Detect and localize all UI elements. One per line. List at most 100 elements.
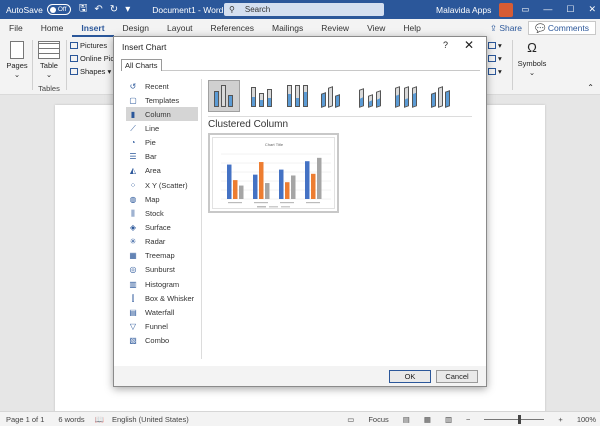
chart-category-column[interactable]: ▮ Column	[126, 107, 198, 122]
chart-category-stock[interactable]: ⫼ Stock	[126, 206, 198, 220]
preview-category-label	[280, 202, 294, 204]
chart-category-bar[interactable]: ☰ Bar	[126, 150, 198, 164]
chart-category-recent[interactable]: ↺ Recent	[126, 79, 198, 93]
subtype-3d-column[interactable]	[424, 80, 456, 112]
chart-category-box-whisker[interactable]: ⫿ Box & Whisker	[126, 291, 198, 305]
subtype-stacked-column[interactable]	[244, 80, 276, 112]
subtype-100-stacked-column[interactable]	[280, 80, 312, 112]
pictures-button[interactable]: Pictures	[70, 41, 107, 50]
preview-bar	[291, 175, 296, 199]
zoom-in-icon[interactable]: +	[558, 415, 562, 424]
subtype-3d-clustered-column[interactable]	[316, 80, 348, 112]
customize-qat-icon[interactable]: ▾	[125, 4, 130, 15]
chart-category-treemap[interactable]: ▦ Treemap	[126, 249, 198, 263]
subtype-clustered-column[interactable]	[208, 80, 240, 112]
chart-category-pie[interactable]: ◔ Pie	[126, 136, 198, 150]
dropdown-icon: ▾	[498, 54, 502, 63]
preview-bar	[285, 182, 290, 199]
autosave-toggle[interactable]: Off	[46, 4, 71, 15]
search-box[interactable]: ⚲ Search	[224, 3, 384, 16]
share-button[interactable]: ⇪ Share	[484, 21, 528, 35]
chart-category-line[interactable]: ⟋ Line	[126, 121, 198, 135]
pictures-label: Pictures	[80, 41, 108, 50]
chart-category-combo[interactable]: ▧ Combo	[126, 334, 198, 348]
subtype-3d-stacked-column[interactable]	[352, 80, 384, 112]
category-divider	[201, 79, 202, 359]
tab-review[interactable]: Review	[312, 19, 358, 37]
window-close-icon[interactable]: ✕	[588, 4, 596, 15]
pages-group[interactable]: Pages ⌄	[4, 37, 30, 95]
ribbon-small-button-2[interactable]: ▾	[488, 54, 502, 63]
subtype-3d-100-stacked-column[interactable]	[388, 80, 420, 112]
page-count[interactable]: Page 1 of 1	[6, 415, 44, 424]
chart-preview-inner: Chart Title	[212, 137, 335, 209]
tab-insert[interactable]: Insert	[72, 19, 114, 37]
chart-category-funnel[interactable]: ▽ Funnel	[126, 319, 198, 333]
chart-category-label: Bar	[145, 152, 157, 162]
symbols-group[interactable]: Ω Symbols ⌄	[514, 37, 550, 95]
read-mode-icon[interactable]: ▤	[403, 415, 410, 424]
surface-chart-icon: ◈	[129, 222, 137, 232]
shapes-button[interactable]: Shapes ▾	[70, 67, 111, 76]
language[interactable]: English (United States)	[112, 415, 189, 424]
focus-label[interactable]: Focus	[368, 415, 388, 424]
tab-help[interactable]: Help	[394, 19, 429, 37]
web-layout-icon[interactable]: ▥	[445, 415, 452, 424]
zoom-thumb[interactable]	[518, 415, 522, 424]
proofing-icon[interactable]: 📖	[95, 415, 104, 424]
histogram-chart-icon: ▥	[129, 279, 137, 289]
close-icon[interactable]: ✕	[464, 38, 474, 52]
ribbon-display-icon[interactable]: ▭	[521, 4, 529, 15]
scatter-chart-icon: ⁘	[129, 180, 137, 190]
chart-category-sunburst[interactable]: ◎ Sunburst	[126, 263, 198, 277]
help-icon[interactable]: ?	[443, 40, 448, 50]
tab-references[interactable]: References	[202, 19, 263, 37]
print-layout-icon[interactable]: ▦	[424, 415, 431, 424]
minimize-icon[interactable]: —	[543, 4, 552, 15]
user-name[interactable]: Malavida Apps	[436, 5, 491, 15]
zoom-slider[interactable]	[484, 415, 545, 424]
avatar[interactable]	[499, 2, 514, 17]
ribbon-small-button-1[interactable]: ▾	[488, 41, 502, 50]
preview-category-label	[254, 202, 268, 204]
share-label: Share	[499, 23, 522, 33]
ribbon-small-button-3[interactable]: ▾	[488, 67, 502, 76]
tab-layout[interactable]: Layout	[158, 19, 202, 37]
chart-category-radar[interactable]: ✳ Radar	[126, 235, 198, 249]
tab-home[interactable]: Home	[32, 19, 73, 37]
save-icon[interactable]: 🖫	[79, 1, 88, 18]
chart-category-waterfall[interactable]: ▤ Waterfall	[126, 305, 198, 319]
tab-all-charts[interactable]: All Charts	[121, 59, 162, 71]
focus-icon[interactable]: ▭	[347, 415, 354, 424]
chart-category-templates[interactable]: ▢ Templates	[126, 93, 198, 107]
preview-bar	[305, 161, 310, 199]
collapse-ribbon-icon[interactable]: ⌃	[587, 83, 594, 92]
chart-category-histogram[interactable]: ▥ Histogram	[126, 277, 198, 291]
undo-icon[interactable]: ↶	[94, 4, 102, 15]
tab-view[interactable]: View	[358, 19, 394, 37]
tab-mailings[interactable]: Mailings	[263, 19, 312, 37]
symbols-dropdown-icon: ⌄	[528, 68, 536, 77]
zoom-out-icon[interactable]: −	[466, 415, 470, 424]
share-icon: ⇪	[489, 23, 500, 33]
ok-button[interactable]: OK	[389, 370, 431, 383]
word-count[interactable]: 6 words	[58, 415, 84, 424]
redo-icon[interactable]: ↻	[110, 4, 118, 15]
zoom-level[interactable]: 100%	[577, 415, 596, 424]
tab-design[interactable]: Design	[114, 19, 158, 37]
comments-button[interactable]: 💬 Comments	[527, 21, 596, 35]
chart-preview[interactable]: Chart Title	[208, 133, 339, 213]
chart-category-label: Pie	[145, 138, 156, 148]
table-group[interactable]: Table ⌄ Tables	[34, 37, 64, 95]
chart-category-surface[interactable]: ◈ Surface	[126, 220, 198, 234]
cancel-button[interactable]: Cancel	[436, 370, 478, 383]
chart-category-scatter[interactable]: ⁘ X Y (Scatter)	[126, 178, 198, 192]
online-pictures-button[interactable]: Online Pic	[70, 54, 114, 63]
tab-file[interactable]: File	[0, 19, 32, 37]
search-icon: ⚲	[229, 5, 235, 14]
maximize-icon[interactable]: ☐	[566, 4, 574, 15]
pictures-icon	[70, 42, 78, 49]
chart-category-area[interactable]: ◭ Area	[126, 164, 198, 178]
chart-category-map[interactable]: ◍ Map	[126, 192, 198, 206]
area-chart-icon: ◭	[129, 166, 137, 176]
